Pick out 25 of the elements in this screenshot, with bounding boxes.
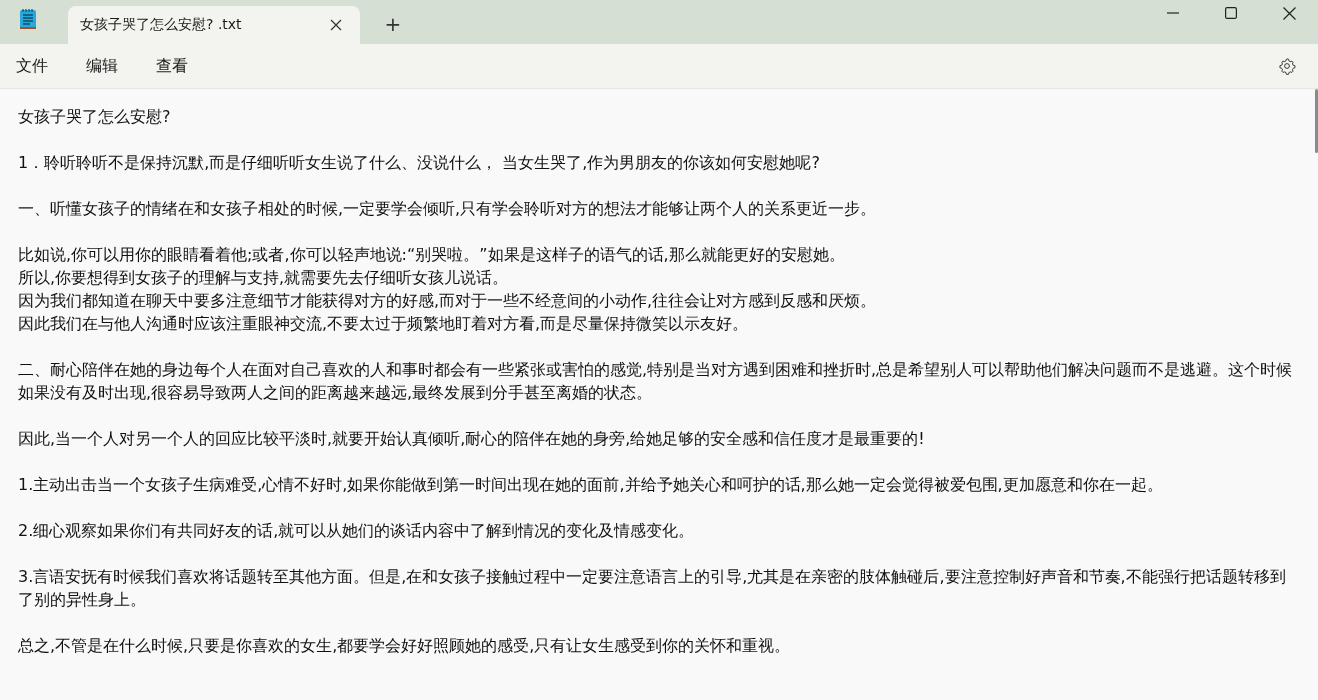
text-editor[interactable] xyxy=(0,89,1318,700)
settings-icon[interactable] xyxy=(1278,57,1296,75)
maximize-icon[interactable] xyxy=(1225,7,1237,19)
text-line: 因此,当一个人对另一个人的回应比较平淡时,就要开始认真倾听,耐心的陪伴在她的身旁,给她足够的安全感和信任度才是最重要的! xyxy=(18,428,926,450)
file-tab[interactable]: 女孩子哭了怎么安慰? .txt xyxy=(68,6,360,44)
close-icon[interactable] xyxy=(1282,6,1296,20)
text-line: 1．聆听聆听不是保持沉默,而是仔细听听女生说了什么、没说什么， 当女生哭了,作为男朋友的你该如何安慰她呢? xyxy=(18,152,821,174)
text-line: 3.言语安抚有时候我们喜欢将话题转至其他方面。但是,在和女孩子接触过程中一定要注意语言上的引导,尤其是在亲密的肢体触碰后,要注意控制好声音和节奏,不能强行把话题转移到了别的异性身上。 xyxy=(18,566,1287,611)
text-line: 2.细心观察如果你们有共同好友的话,就可以从她们的谈话内容中了解到情况的变化及情感变化。 xyxy=(18,520,696,542)
menu-item[interactable]: 文件 xyxy=(16,55,48,77)
close-tab-icon[interactable] xyxy=(330,19,342,31)
new-tab-button[interactable]: + xyxy=(380,12,406,36)
text-line: 一、听懂女孩子的情绪在和女孩子相处的时候,一定要学会倾听,只有学会聆听对方的想法才能够让两个人的关系更近一步。 xyxy=(18,198,878,220)
text-line: 比如说,你可以用你的眼睛看着他;或者,你可以轻声地说:“别哭啦。”如果是这样子的语气的话,那么就能更好的安慰她。 xyxy=(18,244,846,266)
text-line: 因为我们都知道在聊天中要多注意细节才能获得对方的好感,而对于一些不经意间的小动作,往往会让对方感到反感和厌烦。 xyxy=(18,290,878,312)
text-line: 因此我们在与他人沟通时应该注重眼神交流,不要太过于频繁地盯着对方看,而是尽量保持微笑以示友好。 xyxy=(18,313,750,335)
scrollbar-thumb[interactable] xyxy=(1315,89,1318,153)
text-line: 1.主动出击当一个女孩子生病难受,心情不好时,如果你能做到第一时间出现在她的面前,并给予她关心和呵护的话,那么她一定会觉得被爱包围,更加愿意和你在一起。 xyxy=(18,474,1164,496)
menu-item[interactable]: 编辑 xyxy=(86,55,118,77)
menu-item[interactable]: 查看 xyxy=(156,55,188,77)
text-line: 女孩子哭了怎么安慰? xyxy=(18,106,172,128)
text-line: 所以,你要想得到女孩子的理解与支持,就需要先去仔细听女孩儿说话。 xyxy=(18,267,510,289)
text-line: 总之,不管是在什么时候,只要是你喜欢的女生,都要学会好好照顾她的感受,只有让女生感受到你的关怀和重视。 xyxy=(18,635,792,657)
text-line: 二、耐心陪伴在她的身边每个人在面对自己喜欢的人和事时都会有一些紧张或害怕的感觉,特别是当对方遇到困难和挫折时,总是希望别人可以帮助他们解决问题而不是逃避。这个时候如果没有及时出现,很容易导致两人之间的距离越来越远,最终发展到分手甚至离婚的状态。 xyxy=(18,359,1294,404)
notepad-icon xyxy=(18,8,38,30)
